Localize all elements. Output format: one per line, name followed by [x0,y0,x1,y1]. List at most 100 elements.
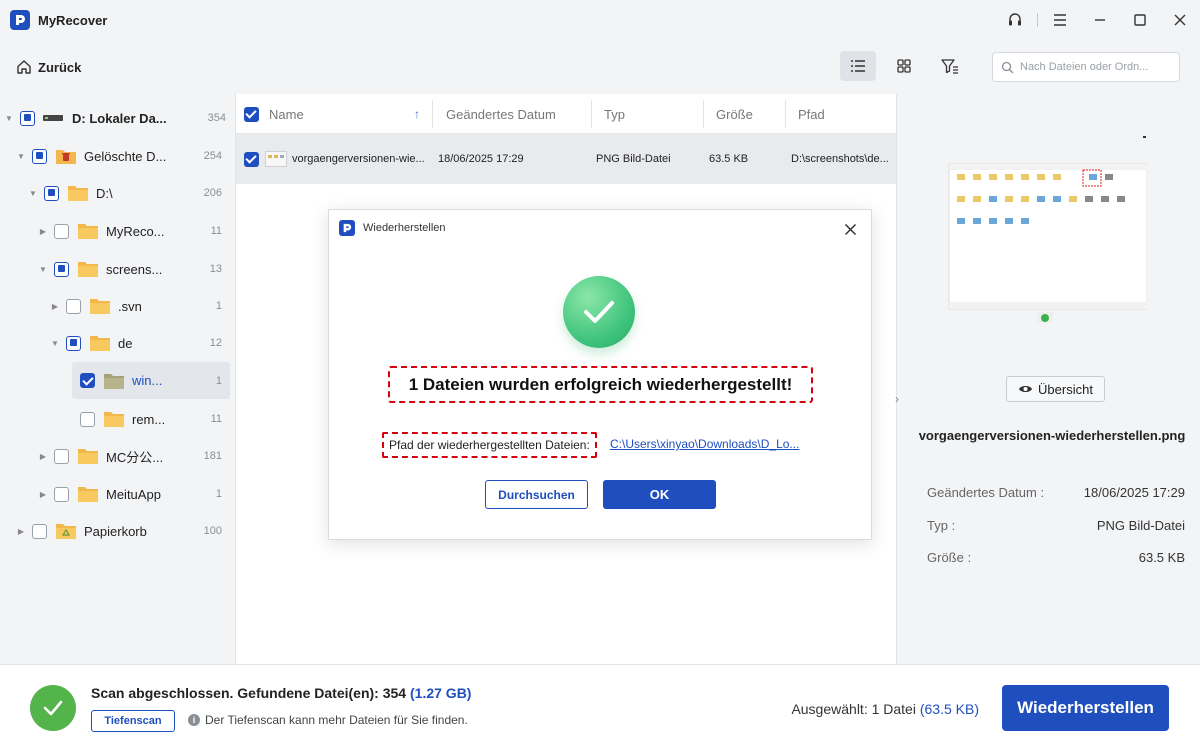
tree-item-count: 206 [203,187,222,199]
tree-item-count: 11 [210,413,222,425]
tree-item-win[interactable]: win... 1 [72,362,230,399]
tree-item-label: MeituApp [106,486,161,502]
tree-item-rem[interactable]: rem... 11 [74,404,222,434]
tree-item-drive[interactable]: ▼ D: Lokaler Da... 354 [4,103,226,133]
tree-checkbox[interactable] [80,411,95,427]
tree-item-count: 12 [209,337,222,349]
select-all-checkbox[interactable] [244,94,259,134]
tree-item-count: 1 [215,374,222,387]
toolbar: Zurück [0,40,1200,94]
expand-arrow-icon[interactable]: ▶ [38,451,48,461]
overview-button[interactable]: Übersicht [1006,376,1105,402]
tree-item-label: win... [132,373,163,388]
tree-item-count: 13 [209,263,222,275]
file-size: 63.5 KB [709,153,749,165]
list-view-button[interactable] [840,51,876,81]
collapse-arrow-icon[interactable]: › [895,392,899,406]
tree-checkbox[interactable] [66,335,81,351]
back-button[interactable]: Zurück [16,59,81,75]
expand-arrow-icon[interactable]: ▶ [38,489,48,499]
folder-icon [77,485,99,503]
minimize-icon[interactable] [1080,0,1120,40]
recover-dialog: Wiederherstellen 1 Dateien wurden erfolg… [328,209,872,540]
column-size[interactable]: Größe [716,94,753,134]
ok-button[interactable]: OK [603,480,716,509]
tree-checkbox[interactable] [54,261,69,277]
scan-size: (1.27 GB) [410,685,472,701]
tree-item-label: MC分公... [106,449,164,465]
tree-checkbox[interactable] [80,373,95,388]
tree-checkbox[interactable] [32,523,47,539]
tree-item-svn[interactable]: ▶ .svn 1 [50,291,222,321]
dialog-close-icon[interactable] [839,218,861,240]
headset-icon[interactable] [995,0,1035,40]
folder-icon [103,410,125,428]
column-type[interactable]: Typ [604,94,625,134]
column-name[interactable]: Name [269,94,304,134]
expand-arrow-icon[interactable]: ▼ [28,188,38,198]
browse-button[interactable]: Durchsuchen [485,480,588,509]
maximize-icon[interactable] [1120,0,1160,40]
tree-item-label: rem... [132,411,166,427]
expand-arrow-icon[interactable]: ▶ [16,526,26,536]
tree-item-count: 354 [207,112,226,124]
eye-icon [1019,386,1033,392]
tree-item-meituapp[interactable]: ▶ MeituApp 1 [38,479,222,509]
expand-arrow-icon[interactable]: ▼ [50,338,60,348]
back-label: Zurück [38,59,82,75]
expand-arrow-icon[interactable]: ▼ [4,113,14,123]
search-box[interactable] [992,52,1180,82]
expand-arrow-icon[interactable]: ▶ [50,301,60,311]
tree-item-recycle-bin[interactable]: ▶ Papierkorb 100 [16,516,222,546]
row-checkbox[interactable] [244,134,259,184]
myrecover-logo-icon [339,220,355,236]
tree-checkbox[interactable] [66,298,81,314]
recovered-path-link[interactable]: C:\Users\xinyao\Downloads\D_Lo... [610,437,799,451]
scan-summary: Scan abgeschlossen. Gefundene Datei(en):… [91,685,472,701]
recycle-bin-icon [55,522,77,540]
menu-icon[interactable] [1040,0,1080,40]
tree-item-de[interactable]: ▼ de 12 [50,328,222,358]
search-input[interactable] [1020,61,1170,73]
tree-item-label: D:\ [96,185,113,201]
folder-icon [103,372,125,390]
app-title: MyRecover [38,12,108,28]
tree-item-myrecover[interactable]: ▶ MyReco... 11 [38,216,222,246]
column-separator [703,100,704,128]
folder-icon [89,334,111,352]
column-path[interactable]: Pfad [798,94,825,134]
expand-arrow-icon[interactable]: ▼ [16,151,26,161]
tree-checkbox[interactable] [54,223,69,239]
tree-item-d-root[interactable]: ▼ D:\ 206 [28,178,222,208]
preview-meta-date: Geändertes Datum : 18/06/2025 17:29 [927,485,1185,500]
tree-item-deleted[interactable]: ▼ Gelöschte D... 254 [16,141,222,171]
tree-item-screenshots[interactable]: ▼ screens... 13 [38,254,222,284]
tree-checkbox[interactable] [32,148,47,164]
success-check-icon [563,276,635,348]
tree-item-label: Gelöschte D... [84,148,167,164]
expand-arrow-icon[interactable]: ▼ [38,264,48,274]
title-bar: MyRecover [0,0,1200,40]
tree-checkbox[interactable] [20,110,35,126]
expand-arrow-icon[interactable]: ▶ [38,226,48,236]
recover-button[interactable]: Wiederherstellen [1002,685,1169,731]
check-circle-icon [30,685,76,731]
column-separator [432,100,433,128]
tree-item-mc[interactable]: ▶ MC分公... 181 [38,441,222,471]
tree-checkbox[interactable] [44,185,59,201]
tree-item-label: de [118,335,133,351]
deep-scan-button[interactable]: Tiefenscan [91,710,175,732]
column-date[interactable]: Geändertes Datum [446,94,556,134]
grid-view-button[interactable] [886,51,922,81]
preview-meta-size: Größe : 63.5 KB [927,550,1185,565]
sort-arrow-icon[interactable]: ↑ [414,94,420,134]
tree-checkbox[interactable] [54,448,69,464]
folder-tree: ▼ D: Lokaler Da... 354 ▼ Gelöschte D... … [0,94,236,664]
filter-icon [941,59,958,74]
tree-checkbox[interactable] [54,486,69,502]
filter-button[interactable] [932,51,968,81]
close-icon[interactable] [1160,0,1200,40]
tree-item-count: 1 [215,300,222,312]
dialog-title-bar: Wiederherstellen [339,220,446,236]
table-row[interactable]: vorgaengerversionen-wie... 18/06/2025 17… [236,134,896,184]
